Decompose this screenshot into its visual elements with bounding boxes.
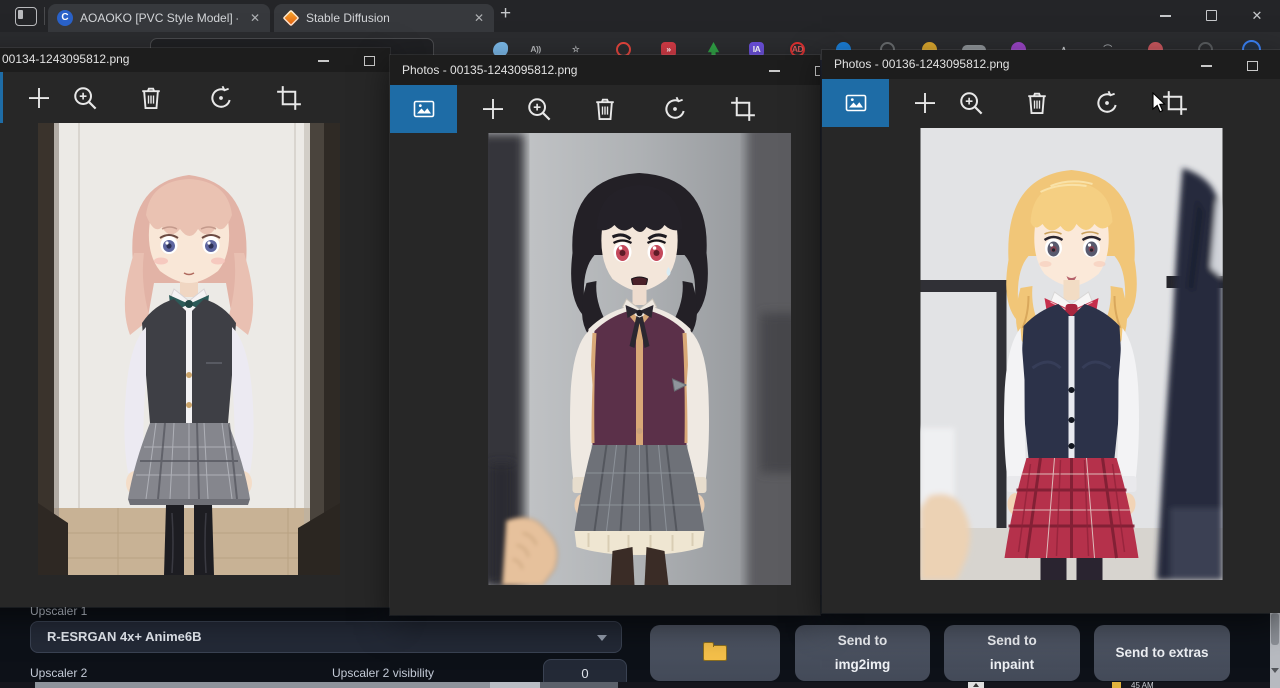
add-icon[interactable] <box>478 94 508 124</box>
new-tab-button[interactable]: + <box>500 3 511 25</box>
add-icon[interactable] <box>24 83 54 113</box>
scrollbar-strip[interactable] <box>490 682 540 688</box>
tab-title: Stable Diffusion <box>306 11 464 25</box>
photos-toolbar <box>390 85 820 133</box>
stable-diffusion-favicon-icon <box>283 10 300 27</box>
photos-window-00136: Photos - 00136-1243095812.png <box>822 50 1280 613</box>
rotate-icon[interactable] <box>660 94 690 124</box>
scrollbar-thumb[interactable] <box>1271 613 1279 645</box>
scrollbar-corner <box>1270 682 1280 688</box>
minimize-icon[interactable] <box>769 70 780 72</box>
photos-toolbar <box>0 72 390 123</box>
notification-icon <box>1112 682 1121 688</box>
window-title-bar[interactable]: Photos - 00136-1243095812.png <box>822 50 1280 79</box>
crop-icon[interactable] <box>728 94 758 124</box>
photos-window-00135: Photos - 00135-1243095812.png <box>390 55 820 615</box>
taskbar-chevron-icon[interactable] <box>968 682 984 688</box>
close-tab-icon[interactable]: ✕ <box>250 11 260 25</box>
delete-icon[interactable] <box>136 83 166 113</box>
civitai-favicon-icon: C <box>57 10 73 26</box>
browser-tab-bar: C AOAOKO [PVC Style Model] - PV ✕ Stable… <box>0 0 1280 32</box>
desktop: C AOAOKO [PVC Style Model] - PV ✕ Stable… <box>0 0 1280 688</box>
photo-00135-image[interactable] <box>488 133 791 585</box>
window-restore-button[interactable] <box>1196 0 1226 32</box>
delete-icon[interactable] <box>590 94 620 124</box>
taskbar-clock: 45 AM <box>1131 682 1154 688</box>
divider <box>44 7 45 25</box>
zoom-icon[interactable] <box>956 88 986 118</box>
see-all-photos-button[interactable] <box>0 72 3 123</box>
window-minimize-button[interactable] <box>1150 0 1180 32</box>
scroll-down-icon[interactable] <box>1271 668 1279 673</box>
upscaler-1-value: R-ESRGAN 4x+ Anime6B <box>47 629 201 644</box>
window-title-bar[interactable]: 00134-1243095812.png <box>0 48 390 72</box>
rotate-icon[interactable] <box>1092 88 1122 118</box>
photo-00134-image[interactable] <box>38 123 340 575</box>
add-icon[interactable] <box>910 88 940 118</box>
scrollbar-strip[interactable] <box>540 682 618 688</box>
delete-icon[interactable] <box>1022 88 1052 118</box>
zoom-icon[interactable] <box>524 94 554 124</box>
send-to-inpaint-button[interactable]: Send to inpaint <box>944 625 1080 681</box>
zoom-icon[interactable] <box>70 83 100 113</box>
rotate-icon[interactable] <box>206 83 236 113</box>
see-all-photos-button[interactable] <box>390 85 457 133</box>
close-tab-icon[interactable]: ✕ <box>474 11 484 25</box>
minimize-icon[interactable] <box>318 60 329 62</box>
scrollbar-strip[interactable] <box>35 682 490 688</box>
mouse-cursor <box>1152 92 1168 119</box>
window-title-bar[interactable]: Photos - 00135-1243095812.png <box>390 55 820 85</box>
chevron-down-icon <box>597 635 607 641</box>
window-close-button[interactable]: ✕ <box>1242 0 1272 32</box>
photo-00136-image[interactable] <box>920 128 1223 580</box>
tab-title: AOAOKO [PVC Style Model] - PV <box>80 11 238 25</box>
minimize-icon[interactable] <box>1201 65 1212 67</box>
photos-toolbar <box>822 79 1280 127</box>
image-icon <box>412 97 436 121</box>
photos-window-title: Photos - 00135-1243095812.png <box>402 63 577 77</box>
crop-icon[interactable] <box>274 83 304 113</box>
send-to-extras-button[interactable]: Send to extras <box>1094 625 1230 681</box>
upscaler-2-visibility-label: Upscaler 2 visibility <box>332 666 434 680</box>
image-icon <box>844 91 868 115</box>
tab-list-icon[interactable] <box>15 7 37 26</box>
maximize-icon[interactable] <box>815 66 820 76</box>
browser-tab-civitai[interactable]: C AOAOKO [PVC Style Model] - PV ✕ <box>48 4 270 32</box>
upscaler-2-label: Upscaler 2 <box>30 666 87 680</box>
photos-window-title: 00134-1243095812.png <box>2 52 129 66</box>
upscaler-1-dropdown[interactable]: R-ESRGAN 4x+ Anime6B <box>30 621 622 653</box>
photos-window-00134: 00134-1243095812.png <box>0 48 390 607</box>
browser-tab-stable-diffusion[interactable]: Stable Diffusion ✕ <box>274 4 494 32</box>
open-folder-button[interactable] <box>650 625 780 681</box>
photos-window-title: Photos - 00136-1243095812.png <box>834 57 1009 71</box>
maximize-icon[interactable] <box>364 56 375 66</box>
taskbar-sliver: 45 AM <box>0 682 1280 688</box>
folder-icon <box>703 645 727 661</box>
see-all-photos-button[interactable] <box>822 79 889 127</box>
maximize-icon[interactable] <box>1247 61 1258 71</box>
send-to-img2img-button[interactable]: Send to img2img <box>795 625 930 681</box>
